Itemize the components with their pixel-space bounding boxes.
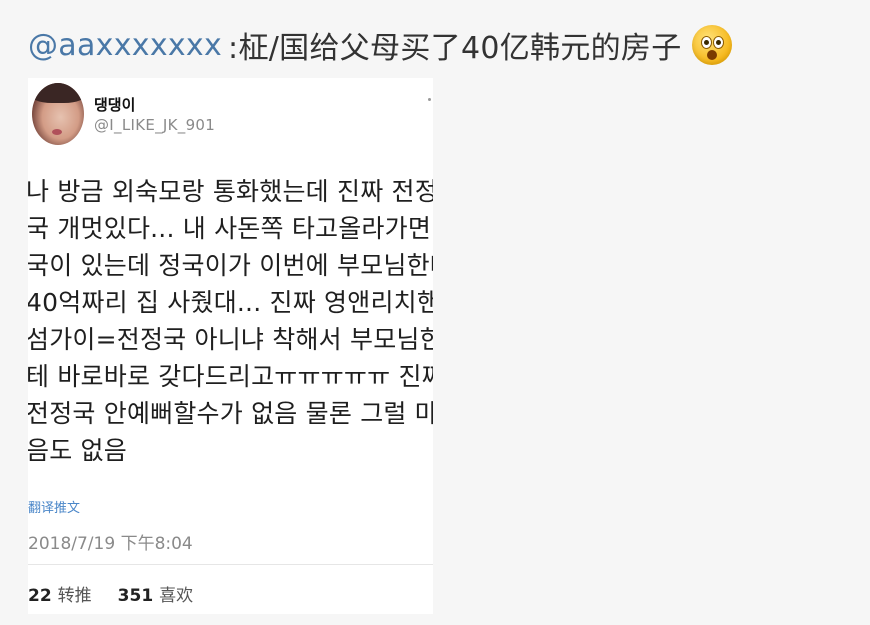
- avatar[interactable]: [32, 83, 84, 145]
- like-count[interactable]: 351: [118, 586, 154, 606]
- tweet-line: 나 방금 외숙모랑 통화했는데 진짜 전정: [28, 177, 433, 206]
- tweet-stats: 22 转推 351 喜欢: [28, 581, 193, 606]
- tweet-line: 40억짜리 집 사줬대... 진짜 영앤리치핸: [28, 288, 433, 317]
- tweet-line: 국 개멋있다... 내 사돈쪽 타고올라가면 정: [28, 214, 433, 243]
- tweet-body: 나 방금 외숙모랑 통화했는데 진짜 전정 국 개멋있다... 내 사돈쪽 타고…: [28, 173, 433, 469]
- more-options-icon[interactable]: [428, 98, 431, 101]
- tweet-handle[interactable]: @I_LIKE_JK_901: [94, 116, 215, 134]
- tweet-line: 전정국 안예뻐할수가 없음 물론 그럴 마: [28, 399, 433, 428]
- like-label[interactable]: 喜欢: [159, 581, 193, 606]
- tweet-line: 테 바로바로 갖다드리고ㅠㅠㅠㅠㅠ 진짜: [28, 362, 433, 391]
- astonished-face-icon: [691, 25, 732, 65]
- divider: [28, 564, 433, 565]
- tweet-screenshot-card[interactable]: 댕댕이 @I_LIKE_JK_901 나 방금 외숙모랑 통화했는데 진짜 전정…: [28, 78, 433, 614]
- tweet-timestamp: 2018/7/19 下午8:04: [28, 534, 193, 554]
- tweet-line: 음도 없음: [28, 436, 127, 465]
- user-mention-link[interactable]: @aaxxxxxxx: [28, 28, 222, 63]
- post-headline: :柾/国给父母买了40亿韩元的房子: [228, 31, 682, 66]
- retweet-count[interactable]: 22: [28, 586, 52, 606]
- tweet-line: 국이 있는데 정국이가 이번에 부모님한테: [28, 251, 433, 280]
- translate-tweet-link[interactable]: 翻译推文: [28, 497, 80, 516]
- retweet-label[interactable]: 转推: [58, 581, 92, 606]
- post-header: @aaxxxxxxx:柾/国给父母买了40亿韩元的房子: [28, 20, 732, 70]
- tweet-line: 섬가이=전정국 아니냐 착해서 부모님한: [28, 325, 433, 354]
- tweet-display-name[interactable]: 댕댕이: [94, 94, 135, 115]
